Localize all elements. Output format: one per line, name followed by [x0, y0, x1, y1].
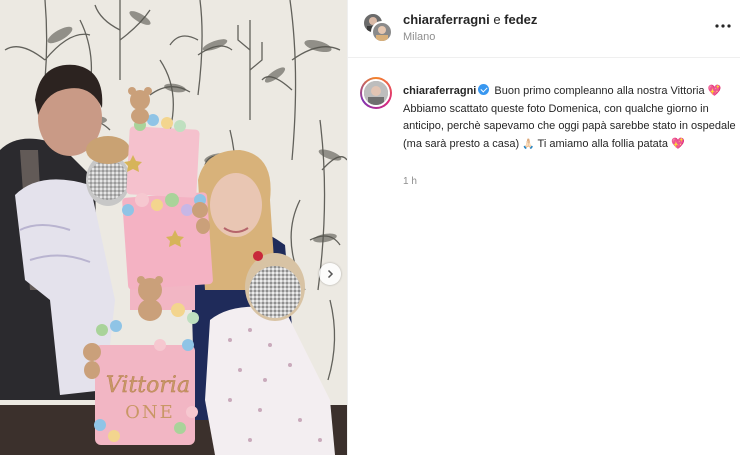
post-timestamp[interactable]: 1 h — [403, 176, 417, 187]
caption-username[interactable]: chiaraferragni — [403, 85, 476, 97]
verified-badge-icon — [478, 84, 490, 95]
more-options-button[interactable] — [713, 16, 733, 36]
avatar[interactable] — [371, 21, 393, 43]
more-horizontal-icon — [715, 24, 731, 28]
cake-topper-name: Vittoria — [106, 373, 190, 398]
caption-text-3: Ti amiamo alla follia patata — [534, 137, 672, 150]
heart-emoji: 💖 — [707, 85, 722, 97]
heart-emoji: 💖 — [671, 137, 685, 150]
caption-text-1: Buon primo compleanno alla nostra Vittor… — [491, 85, 708, 97]
header-username-1[interactable]: chiaraferragni — [403, 12, 490, 27]
praying-hands-emoji: 🙏🏻 — [522, 138, 535, 150]
caption-avatar[interactable] — [360, 77, 392, 109]
chevron-right-icon — [327, 269, 334, 279]
cake-topper-age: ONE — [125, 402, 175, 423]
header-username-2[interactable]: fedez — [504, 12, 537, 27]
post-location[interactable]: Milano — [403, 31, 435, 43]
post-caption: chiaraferragni Buon primo compleanno all… — [403, 83, 737, 153]
post-header: chiaraferragni e fedez Milano — [348, 0, 740, 58]
post-media[interactable]: Vittoria ONE — [0, 0, 347, 455]
carousel-next-button[interactable] — [319, 263, 341, 285]
family-birthday-photo: Vittoria ONE — [0, 64, 347, 455]
header-usernames: chiaraferragni e fedez — [403, 12, 537, 27]
collab-avatars[interactable] — [362, 12, 394, 44]
post-sidebar: chiaraferragni e fedez Milano chiaraferr… — [347, 0, 740, 455]
header-separator: e — [489, 12, 505, 27]
